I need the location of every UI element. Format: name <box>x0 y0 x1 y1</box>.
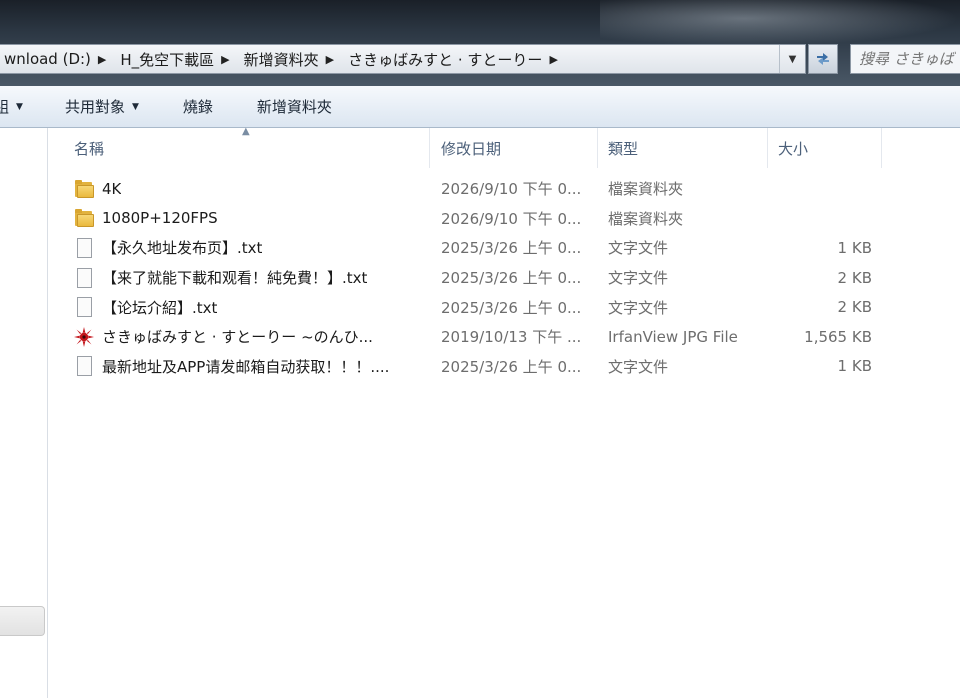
file-type: IrfanView JPG File <box>608 327 738 346</box>
file-date: 2025/3/26 上午 0... <box>441 298 582 317</box>
file-date: 2019/10/13 下午 ... <box>441 328 582 347</box>
file-date: 2026/9/10 下午 0... <box>441 180 582 199</box>
search-field[interactable] <box>850 44 960 74</box>
file-row-latest-address[interactable]: 最新地址及APP请发邮箱自动获取！！！.... 2025/3/26 上午 0..… <box>60 352 882 382</box>
file-row-free-download[interactable]: 【来了就能下載和观看！純免費！】.txt 2025/3/26 上午 0... 文… <box>60 263 882 293</box>
search-input[interactable] <box>859 50 960 68</box>
refresh-button[interactable] <box>808 44 838 74</box>
file-name-cell[interactable]: 最新地址及APP请发邮箱自动获取！！！.... <box>60 356 430 377</box>
breadcrumb-label[interactable]: 新增資料夾 <box>240 49 322 70</box>
file-date: 2025/3/26 上午 0... <box>441 239 582 258</box>
file-date: 2025/3/26 上午 0... <box>441 269 582 288</box>
file-row-permanent-address[interactable]: 【永久地址发布页】.txt 2025/3/26 上午 0... 文字文件 1 K… <box>60 233 882 263</box>
file-row-jpg-image[interactable]: さきゅばみすと · すとーりー ~のんひ... 2019/10/13 下午 ..… <box>60 322 882 352</box>
address-bar[interactable]: wnload (D:) ▶ H_免空下載區 ▶ 新增資料夾 ▶ さきゅばみすと … <box>0 44 806 74</box>
organize-menu[interactable]: 組 ▼ <box>0 96 23 117</box>
share-with-label[interactable]: 共用對象 <box>65 96 125 117</box>
burn-label[interactable]: 燒錄 <box>183 96 213 117</box>
new-folder-button[interactable]: 新增資料夾 <box>257 96 332 117</box>
chevron-down-icon[interactable]: ▼ <box>16 102 23 112</box>
column-header-date[interactable]: 修改日期 <box>430 128 598 168</box>
file-name[interactable]: 【来了就能下載和观看！純免費！】.txt <box>102 267 367 288</box>
file-name-cell[interactable]: さきゅばみすと · すとーりー ~のんひ... <box>60 326 430 347</box>
burn-button[interactable]: 燒錄 <box>183 96 213 117</box>
column-header-name[interactable]: ▲ 名稱 <box>60 126 430 168</box>
file-size: 1 KB <box>837 238 872 257</box>
column-header-row: ▲ 名稱 修改日期 類型 大小 <box>60 126 882 168</box>
column-header-label[interactable]: 名稱 <box>74 138 104 159</box>
file-name-cell[interactable]: 1080P+120FPS <box>60 208 430 228</box>
file-size: 2 KB <box>837 298 872 317</box>
file-type: 文字文件 <box>608 357 669 376</box>
command-bar: 組 ▼ 共用對象 ▼ 燒錄 新增資料夾 <box>0 86 960 128</box>
breadcrumb-label[interactable]: wnload (D:) <box>0 50 94 68</box>
text-file-icon <box>73 237 95 258</box>
breadcrumb-current-folder[interactable]: さきゅばみすと · すとーりー ▶ <box>344 49 568 70</box>
folder-icon <box>73 208 95 228</box>
chevron-right-icon[interactable]: ▶ <box>217 53 239 66</box>
new-folder-label[interactable]: 新增資料夾 <box>257 96 332 117</box>
file-type: 文字文件 <box>608 298 669 317</box>
chevron-down-icon[interactable]: ▼ <box>132 102 139 112</box>
titlebar-glass-glow <box>600 0 960 46</box>
breadcrumb-drive[interactable]: wnload (D:) ▶ <box>0 50 116 68</box>
breadcrumb-download-folder[interactable]: H_免空下載區 ▶ <box>116 49 239 70</box>
folder-icon <box>73 179 95 199</box>
breadcrumb-label[interactable]: さきゅばみすと · すとーりー <box>344 49 545 70</box>
share-with-menu[interactable]: 共用對象 ▼ <box>65 96 139 117</box>
file-name-cell[interactable]: 【论坛介紹】.txt <box>60 297 430 318</box>
column-header-label[interactable]: 修改日期 <box>441 138 501 159</box>
file-row-4k[interactable]: 4K 2026/9/10 下午 0... 檔案資料夾 <box>60 174 882 204</box>
file-date: 2025/3/26 上午 0... <box>441 357 582 376</box>
file-row-1080p[interactable]: 1080P+120FPS 2026/9/10 下午 0... 檔案資料夾 <box>60 204 882 234</box>
column-header-type[interactable]: 類型 <box>598 128 768 168</box>
file-name[interactable]: さきゅばみすと · すとーりー ~のんひ... <box>102 326 373 347</box>
navigation-selected-item[interactable] <box>0 606 45 636</box>
file-date: 2026/9/10 下午 0... <box>441 209 582 228</box>
chevron-right-icon[interactable]: ▶ <box>545 53 567 66</box>
file-type: 檔案資料夾 <box>608 209 684 228</box>
irfanview-image-icon <box>73 326 95 347</box>
file-type: 文字文件 <box>608 239 669 258</box>
chevron-right-icon[interactable]: ▶ <box>322 53 344 66</box>
file-type: 文字文件 <box>608 269 669 288</box>
file-name-cell[interactable]: 4K <box>60 179 430 199</box>
organize-label[interactable]: 組 <box>0 96 9 117</box>
file-size: 1,565 KB <box>804 327 872 346</box>
column-header-size[interactable]: 大小 <box>768 128 882 168</box>
file-row-forum-intro[interactable]: 【论坛介紹】.txt 2025/3/26 上午 0... 文字文件 2 KB <box>60 292 882 322</box>
file-name[interactable]: 4K <box>102 180 121 198</box>
file-name[interactable]: 1080P+120FPS <box>102 209 218 227</box>
column-header-label[interactable]: 大小 <box>778 138 808 159</box>
refresh-icon <box>817 53 829 65</box>
address-history-dropdown[interactable]: ▼ <box>779 45 805 73</box>
text-file-icon <box>73 267 95 288</box>
sort-ascending-icon: ▲ <box>242 126 250 137</box>
file-list: 4K 2026/9/10 下午 0... 檔案資料夾 1080P+120FPS … <box>60 174 882 381</box>
chevron-right-icon[interactable]: ▶ <box>94 53 116 66</box>
file-name-cell[interactable]: 【来了就能下載和观看！純免費！】.txt <box>60 267 430 288</box>
file-name[interactable]: 最新地址及APP请发邮箱自动获取！！！.... <box>102 356 389 377</box>
file-name[interactable]: 【论坛介紹】.txt <box>102 297 217 318</box>
file-size: 2 KB <box>837 268 872 287</box>
column-header-label[interactable]: 類型 <box>608 138 638 159</box>
file-name[interactable]: 【永久地址发布页】.txt <box>102 237 262 258</box>
file-type: 檔案資料夾 <box>608 180 684 199</box>
text-file-icon <box>73 356 95 377</box>
file-size: 1 KB <box>837 357 872 376</box>
breadcrumb-label[interactable]: H_免空下載區 <box>116 49 217 70</box>
text-file-icon <box>73 297 95 318</box>
chevron-down-icon: ▼ <box>788 53 797 65</box>
file-name-cell[interactable]: 【永久地址发布页】.txt <box>60 237 430 258</box>
breadcrumb-new-folder[interactable]: 新增資料夾 ▶ <box>240 49 344 70</box>
